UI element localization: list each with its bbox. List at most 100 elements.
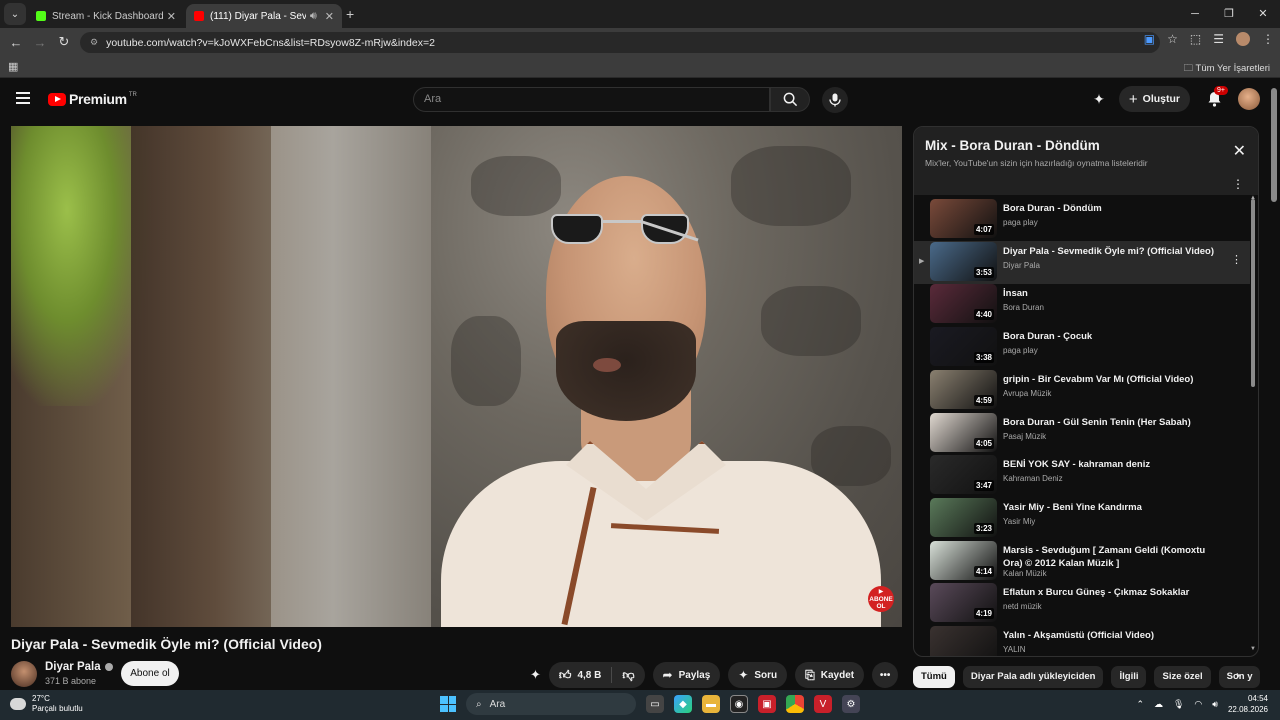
site-info-icon[interactable]: ⚙ [90, 37, 98, 48]
windows-start-icon[interactable] [440, 696, 456, 712]
playlist-item[interactable]: 4:59 gripin - Bir Cevabım Var Mı (Officia… [914, 369, 1250, 412]
wifi-icon[interactable]: ◠ [1194, 699, 1202, 710]
dislike-button[interactable]: 👎︎ [612, 662, 644, 688]
duration-badge: 4:40 [973, 309, 994, 321]
playlist-item[interactable]: 4:05 Bora Duran - Gül Senin Tenin (Her Sa… [914, 412, 1250, 455]
video-thumbnail[interactable]: 3:38 [930, 327, 997, 367]
channel-name-link[interactable]: Diyar Pala [45, 661, 113, 673]
channel-avatar[interactable] [11, 661, 37, 687]
page-scrollbar[interactable] [1271, 88, 1277, 202]
voice-search-button[interactable] [822, 87, 848, 113]
onedrive-cloud-icon[interactable]: ☁ [1154, 699, 1163, 710]
maximize-icon[interactable]: ❐ [1212, 0, 1246, 28]
close-playlist-icon[interactable]: ✕ [1233, 141, 1246, 161]
url-bar[interactable]: ⚙ youtube.com/watch?v=kJoWXFebCns&list=R… [80, 32, 1160, 53]
browser-menu-icon[interactable]: ⋮ [1262, 32, 1274, 46]
tab-youtube-video[interactable]: (111) Diyar Pala - Sevmedi 🔊︎ ✕ [186, 4, 342, 28]
clock[interactable]: 04:54 22.08.2026 [1228, 693, 1268, 715]
video-thumbnail[interactable]: 4:40 [930, 284, 997, 324]
video-thumbnail[interactable]: 4:07 [930, 199, 997, 238]
video-thumbnail[interactable]: 3:47 [930, 455, 997, 495]
save-button[interactable]: ⎘ Kaydet [795, 662, 865, 688]
playlist-item[interactable]: 4:19 Eflatun x Burcu Güneş - Çıkmaz Sokak… [914, 582, 1250, 625]
video-player[interactable]: ▶ ABONE OL [11, 126, 902, 627]
playlist-item[interactable]: 4:07 Bora Duran - Döndüm paga play [914, 198, 1250, 241]
reading-list-icon[interactable]: ☰ [1213, 32, 1224, 46]
item-menu-icon[interactable]: ⋮ [1231, 253, 1242, 266]
extensions-icon[interactable]: ⬚ [1190, 32, 1201, 46]
video-thumbnail[interactable]: 4:59 [930, 369, 997, 409]
playlist-item[interactable]: 3:38 Bora Duran - Çocuk paga play [914, 326, 1250, 369]
filter-chip[interactable]: Diyar Pala adlı yükleyiciden [962, 666, 1104, 688]
all-bookmarks-button[interactable]: 🗀︎ Tüm Yer İşaretleri [1184, 61, 1270, 77]
vivaldi-icon[interactable]: V [814, 695, 832, 713]
close-tab-icon[interactable]: ✕ [167, 10, 176, 23]
youtube-premium-logo[interactable]: Premium TR [48, 91, 137, 107]
microphone-icon[interactable]: 🎙︎ [1173, 699, 1184, 710]
video-thumbnail[interactable]: 4:14 [930, 540, 997, 580]
ask-button[interactable]: ✦ Soru [728, 662, 788, 688]
translate-icon[interactable]: ▣ [1144, 32, 1155, 46]
playlist-menu-icon[interactable]: ⋮ [1232, 177, 1244, 191]
playlist-item[interactable]: 4:14 Marsis - Sevduğum [ Zamanı Geldi (Ko… [914, 540, 1250, 583]
filter-chip[interactable]: Tümü [913, 666, 955, 688]
search-button[interactable] [770, 87, 810, 112]
like-dislike-group: 👍︎ 4,8 B 👎︎ [548, 662, 645, 688]
close-window-icon[interactable]: ✕ [1246, 0, 1280, 28]
red-app-icon[interactable]: ▣ [758, 695, 776, 713]
tab-search-button[interactable]: ⌄ [4, 3, 26, 25]
minimize-icon[interactable]: ─ [1178, 0, 1212, 28]
tab-kick-dashboard[interactable]: Stream - Kick Dashboard ✕ [28, 4, 184, 28]
obs-icon[interactable]: ◉ [730, 695, 748, 713]
copilot-icon[interactable]: ◆ [674, 695, 692, 713]
playlist-item[interactable]: 3:47 BENİ YOK SAY - kahraman deniz Kahrama… [914, 454, 1250, 497]
bookmark-star-icon[interactable]: ☆ [1167, 32, 1178, 46]
more-actions-button[interactable]: ••• [872, 662, 899, 688]
file-explorer-icon[interactable]: ▬ [702, 695, 720, 713]
account-avatar[interactable] [1238, 88, 1260, 110]
close-tab-icon[interactable]: ✕ [325, 10, 334, 23]
tray-overflow-icon[interactable]: ⌃ [1136, 699, 1144, 710]
weather-widget[interactable]: 27°C Parçalı bulutlu [10, 694, 83, 714]
scroll-down-arrow-icon[interactable]: ▼ [1250, 646, 1256, 652]
chevron-right-icon[interactable]: › [1236, 668, 1240, 682]
search-input[interactable]: Ara [413, 87, 770, 112]
create-button[interactable]: + Oluştur [1118, 86, 1190, 112]
chrome-icon[interactable] [786, 695, 804, 713]
task-view-icon[interactable]: ▭ [646, 695, 664, 713]
guide-menu-icon[interactable] [16, 92, 30, 104]
volume-icon[interactable]: 🔊︎ [1212, 699, 1218, 710]
watermark-text: ABONE OL [869, 595, 893, 610]
playlist-item[interactable]: ▶ 3:53 Diyar Pala - Sevmedik Öyle mi? (Off… [914, 240, 1250, 284]
taskbar-search[interactable]: ⌕ Ara [466, 693, 636, 715]
playlist-item-channel: Pasaj Müzik [1003, 431, 1047, 441]
subscribe-button[interactable]: Abone ol [121, 661, 179, 686]
reload-icon[interactable]: ↻ [52, 34, 76, 50]
profile-avatar[interactable] [1236, 32, 1250, 46]
playlist-item[interactable]: Yalın - Akşamüstü (Official Video) YALIN [914, 625, 1250, 656]
filter-chip[interactable]: Size özel [1154, 666, 1211, 688]
video-thumbnail[interactable]: 4:19 [930, 583, 997, 623]
like-button[interactable]: 👍︎ 4,8 B [549, 662, 611, 688]
video-thumbnail[interactable]: 3:53 [930, 241, 997, 281]
playlist-scrollbar[interactable] [1251, 199, 1255, 387]
back-icon[interactable]: ← [4, 35, 28, 50]
playlist-item[interactable]: 4:40 İnsan Bora Duran [914, 283, 1250, 326]
speaker-icon[interactable]: 🔊︎ [310, 10, 317, 23]
playlist-item[interactable]: 3:23 Yasir Miy - Beni Yine Kandırma Yasir … [914, 497, 1250, 540]
subscribe-watermark[interactable]: ▶ ABONE OL [868, 586, 894, 612]
video-thumbnail[interactable]: 3:23 [930, 497, 997, 537]
ai-sparkle-icon[interactable]: ✦ [530, 667, 541, 683]
forward-icon[interactable]: → [28, 35, 52, 50]
settings-gear-icon[interactable]: ⚙ [842, 695, 860, 713]
filter-chip[interactable]: İlgili [1111, 666, 1147, 688]
video-thumbnail[interactable] [930, 626, 997, 656]
apps-grid-icon[interactable]: ▦ [8, 60, 18, 73]
share-button[interactable]: ➦ Paylaş [652, 662, 721, 688]
notifications-button[interactable]: 9+ [1204, 86, 1228, 109]
video-thumbnail[interactable]: 4:05 [930, 412, 997, 452]
playlist-title[interactable]: Mix - Bora Duran - Döndüm [925, 138, 1100, 153]
masthead-actions: ✦ + Oluştur 9+ [1093, 86, 1260, 112]
new-tab-button[interactable]: + [346, 6, 354, 22]
ai-sparkle-icon[interactable]: ✦ [1093, 91, 1105, 108]
